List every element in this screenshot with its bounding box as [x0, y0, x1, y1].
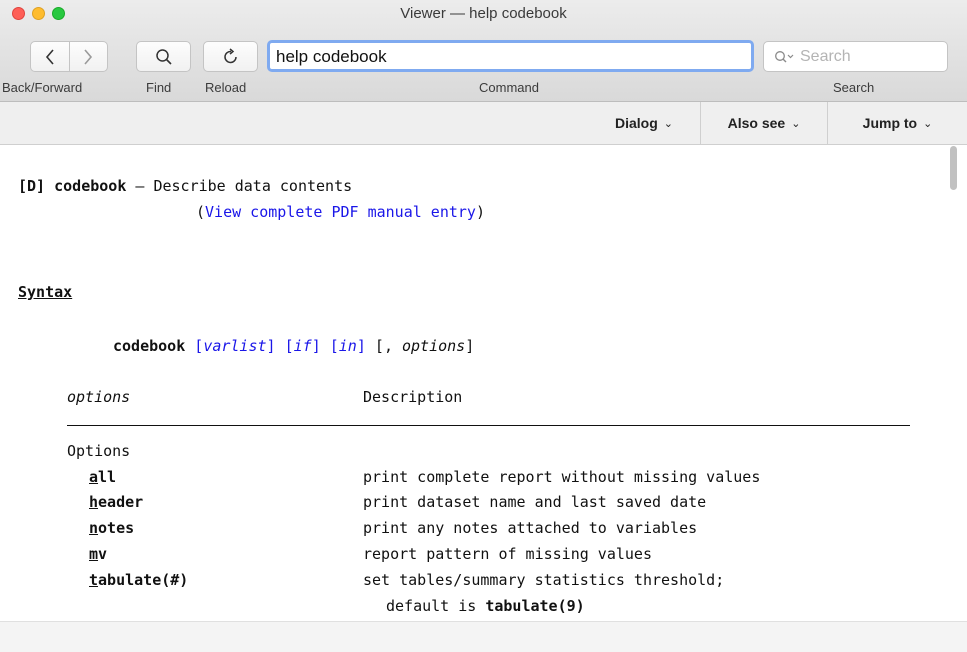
- option-abbrev: h: [89, 493, 99, 511]
- bracket: [: [284, 337, 294, 355]
- command-input[interactable]: help codebook: [267, 40, 754, 72]
- option-abbrev: n: [89, 519, 99, 537]
- bracket: [: [329, 337, 339, 355]
- scrollbar-thumb[interactable]: [950, 146, 957, 190]
- dialog-menu-button[interactable]: Dialog ⌄: [588, 102, 700, 144]
- chevron-right-icon: [84, 48, 93, 65]
- chevron-down-icon: ⌄: [663, 117, 673, 130]
- help-heading: [D] codebook — Describe data contents: [18, 176, 352, 196]
- option-rest: abulate(#): [98, 571, 189, 589]
- option-mv[interactable]: mv: [89, 544, 107, 564]
- option-description: print any notes attached to variables: [363, 519, 698, 537]
- heading-description: Describe data contents: [153, 177, 353, 195]
- tabulate-default-line: default is tabulate(9): [386, 596, 585, 616]
- search-input[interactable]: Search: [763, 41, 948, 72]
- manual-entry-name: [D] codebook: [18, 177, 127, 195]
- bracket: ]: [266, 337, 276, 355]
- forward-button[interactable]: [70, 42, 108, 71]
- syntax-options: options: [402, 337, 466, 355]
- option-description: set tables/summary statistics threshold;: [363, 571, 725, 589]
- bracket: [: [194, 337, 204, 355]
- search-icon: [775, 50, 794, 62]
- description-column-header: Description: [363, 388, 463, 406]
- options-group-label: Options: [67, 442, 131, 460]
- toolbar: Viewer — help codebook Back/Forward Find…: [0, 0, 967, 102]
- heading-dash: —: [126, 177, 154, 195]
- jump-to-menu-label: Jump to: [862, 115, 918, 131]
- back-forward-control: [30, 41, 108, 72]
- chevron-down-icon: ⌄: [791, 117, 801, 130]
- paren-close: ): [475, 203, 485, 221]
- bracket: ]: [356, 337, 366, 355]
- option-notes[interactable]: notes: [89, 518, 134, 538]
- also-see-menu-button[interactable]: Also see ⌄: [700, 102, 827, 144]
- search-label: Search: [833, 80, 875, 95]
- command-label: Command: [479, 80, 539, 95]
- status-bar: [0, 621, 967, 652]
- paren-open: (: [196, 203, 206, 221]
- syntax-heading: Syntax: [18, 283, 73, 301]
- back-button[interactable]: [31, 42, 70, 71]
- default-prefix: default is: [386, 597, 486, 615]
- option-tabulate[interactable]: tabulate(#): [89, 570, 188, 590]
- option-description: print complete report without missing va…: [363, 468, 761, 486]
- magnifier-icon: [155, 48, 172, 65]
- option-abbrev: a: [89, 468, 99, 486]
- option-description: report pattern of missing values: [363, 545, 652, 563]
- option-abbrev: m: [89, 545, 99, 563]
- search-placeholder: Search: [800, 47, 851, 65]
- option-abbrev: t: [89, 571, 99, 589]
- viewer-dialog-bar: Dialog ⌄ Also see ⌄ Jump to ⌄: [0, 102, 967, 145]
- varlist-link[interactable]: varlist: [203, 337, 266, 355]
- if-link[interactable]: if: [294, 337, 312, 355]
- chevron-down-icon: ⌄: [923, 117, 933, 130]
- viewer-window: Viewer — help codebook Back/Forward Find…: [0, 0, 967, 652]
- default-value: tabulate(9): [485, 597, 585, 615]
- options-column-header: options: [67, 388, 131, 406]
- reload-icon: [223, 47, 237, 63]
- syntax-comma: ,: [383, 337, 402, 355]
- option-rest: ll: [98, 468, 117, 486]
- help-content: [D] codebook — Describe data contents (V…: [0, 145, 967, 621]
- option-rest: otes: [98, 519, 135, 537]
- option-header[interactable]: header: [89, 492, 143, 512]
- syntax-command: codebook: [113, 337, 186, 355]
- find-label: Find: [146, 80, 172, 95]
- option-rest: v: [98, 545, 108, 563]
- reload-button[interactable]: [203, 41, 258, 72]
- chevron-left-icon: [45, 48, 54, 65]
- in-link[interactable]: in: [339, 337, 357, 355]
- option-all[interactable]: all: [89, 467, 116, 487]
- pdf-manual-link[interactable]: View complete PDF manual entry: [205, 203, 476, 221]
- table-rule: [67, 425, 910, 426]
- syntax-line: codebook [varlist] [if] [in] [, options]: [113, 337, 475, 355]
- also-see-menu-label: Also see: [727, 115, 786, 131]
- jump-to-menu-button[interactable]: Jump to ⌄: [827, 102, 967, 144]
- bracket: ]: [311, 337, 321, 355]
- option-rest: eader: [98, 493, 144, 511]
- window-title: Viewer — help codebook: [400, 5, 567, 22]
- option-description: print dataset name and last saved date: [363, 493, 707, 511]
- back-forward-label: Back/Forward: [2, 80, 83, 95]
- find-button[interactable]: [136, 41, 191, 72]
- pdf-entry-line: (View complete PDF manual entry): [196, 202, 485, 222]
- dialog-menu-label: Dialog: [615, 115, 658, 131]
- reload-label: Reload: [205, 80, 247, 95]
